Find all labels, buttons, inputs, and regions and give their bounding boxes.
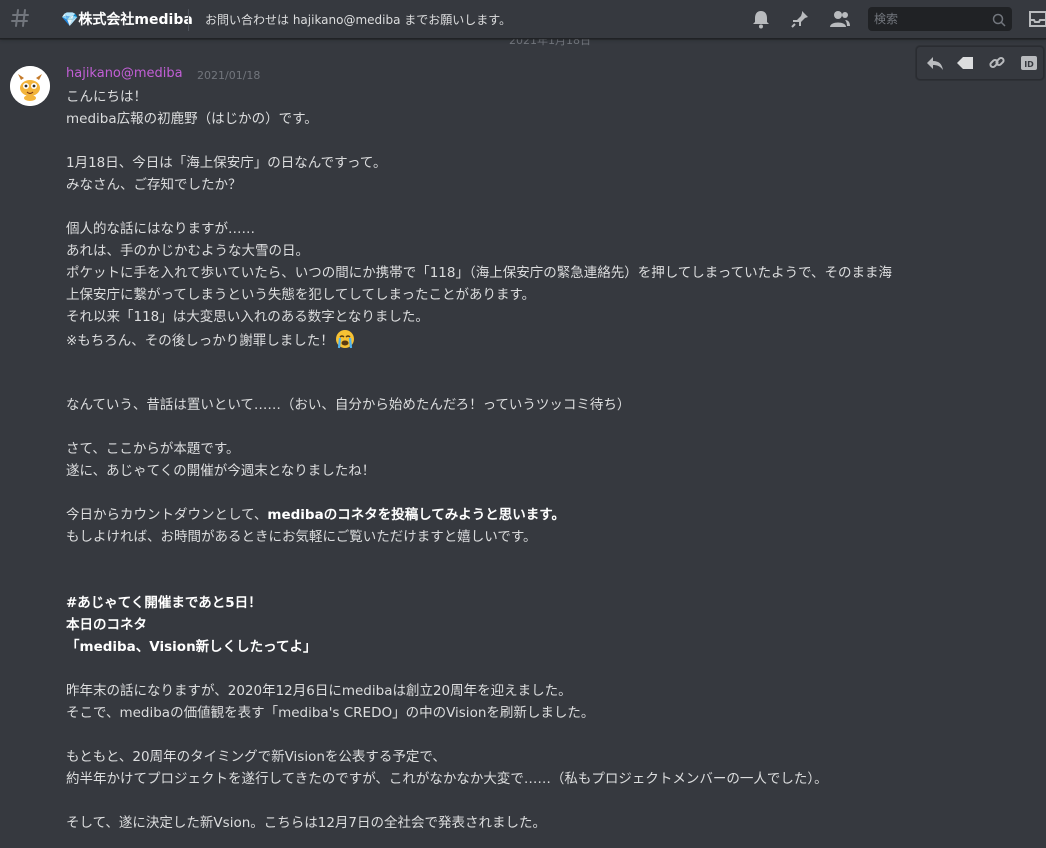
bell-icon[interactable] [750, 9, 772, 29]
message-line: 今日からカウントダウンとして、medibaのコネタを投稿してみようと思います。 [66, 504, 1046, 526]
mark-unread-icon[interactable] [955, 53, 975, 73]
message-line: 昨年末の話になりますが、2020年12月6日にmedibaは創立20周年を迎えま… [66, 683, 572, 699]
pin-icon[interactable] [789, 9, 811, 29]
message-line: 遂に、あじゃてくの開催が今週末となりましたね！ [66, 463, 376, 479]
svg-text:ID: ID [1024, 60, 1034, 69]
text-channel-icon [10, 6, 32, 30]
message-bold-text: medibaのコネタを投稿してみようと思います。 [267, 507, 565, 523]
message-line: もともと、20周年のタイミングで新Visionを公表する予定で、 [66, 749, 446, 765]
message-line: 約半年かけてプロジェクトを遂行してきたのですが、これがなかなか大変で……（私もプ… [66, 771, 828, 787]
message-line: そして、遂に決定した新Vsion。こちらは12月7日の全社会で発表されました。 [66, 815, 547, 831]
message-content: こんにちは！ mediba広報の初鹿野（はじかの）です。 1月18日、今日は「海… [66, 86, 1046, 834]
message-line: もしよければ、お時間があるときにお気軽にご覧いただけますと嬉しいです。 [66, 529, 537, 545]
message-line: mediba広報の初鹿野（はじかの）です。 [66, 111, 318, 127]
member-list-icon[interactable] [829, 9, 851, 29]
avatar[interactable] [10, 66, 50, 106]
channel-topic[interactable]: お問い合わせは hajikano@mediba までお願いします。 [205, 11, 511, 28]
message-line: それ以来「118」は大変思い入れのある数字となりました。 [66, 309, 429, 325]
message-line: こんにちは！ [66, 89, 147, 105]
date-separator: 2021年1月18日 [0, 32, 1046, 52]
message-timestamp: 2021/01/18 [197, 69, 261, 82]
copy-id-icon[interactable]: ID [1019, 53, 1039, 73]
message-hashtag-line: #あじゃてく開催まであと5日！ [66, 595, 262, 611]
message-line: 個人的な話にはなりますが…… [66, 221, 255, 237]
inbox-icon[interactable] [1028, 9, 1046, 29]
copy-link-icon[interactable] [987, 53, 1007, 73]
message-line: あれは、手のかじかむような大雪の日。 [66, 243, 309, 259]
channel-header: 💎株式会社mediba お問い合わせは hajikano@mediba までお願… [0, 0, 1046, 39]
search-box[interactable] [868, 7, 1012, 31]
message-line: なんていう、昔話は置いといて……（おい、自分から始めたんだろ！っていうツッコミ待… [66, 397, 631, 413]
message-bold-line: 「mediba、Vision新しくしたってよ」 [66, 639, 317, 655]
message-text: ※もちろん、その後しっかり謝罪しました！ [66, 333, 334, 349]
message-line-with-emoji: ※もちろん、その後しっかり謝罪しました！ [66, 328, 1046, 350]
search-input[interactable] [868, 7, 984, 31]
channel-name: 💎株式会社mediba [61, 12, 193, 28]
message-line: さて、ここからが本題です。 [66, 441, 240, 457]
crying-face-emoji-icon [334, 328, 356, 350]
message-author[interactable]: hajikano@mediba [66, 66, 183, 81]
message-line: 上保安庁に繋がってしまうという失態を犯してしてしまったことがあります。 [66, 287, 536, 303]
message-line: そこで、medibaの価値観を表す「mediba's CREDO」の中のVisi… [66, 705, 595, 721]
message-actions-toolbar: ID [916, 46, 1044, 80]
message-line: 1月18日、今日は「海上保安庁」の日なんですって。 [66, 155, 387, 171]
message-text: 今日からカウントダウンとして、 [66, 507, 268, 523]
reply-icon[interactable] [925, 53, 945, 73]
search-icon[interactable] [992, 12, 1006, 27]
header-divider [188, 9, 189, 31]
message-line: ポケットに手を入れて歩いていたら、いつの間にか携帯で「118」（海上保安庁の緊急… [66, 265, 893, 281]
message-bold-line: 本日のコネタ [66, 617, 147, 633]
message-line: みなさん、ご存知でしたか？ [66, 177, 242, 193]
